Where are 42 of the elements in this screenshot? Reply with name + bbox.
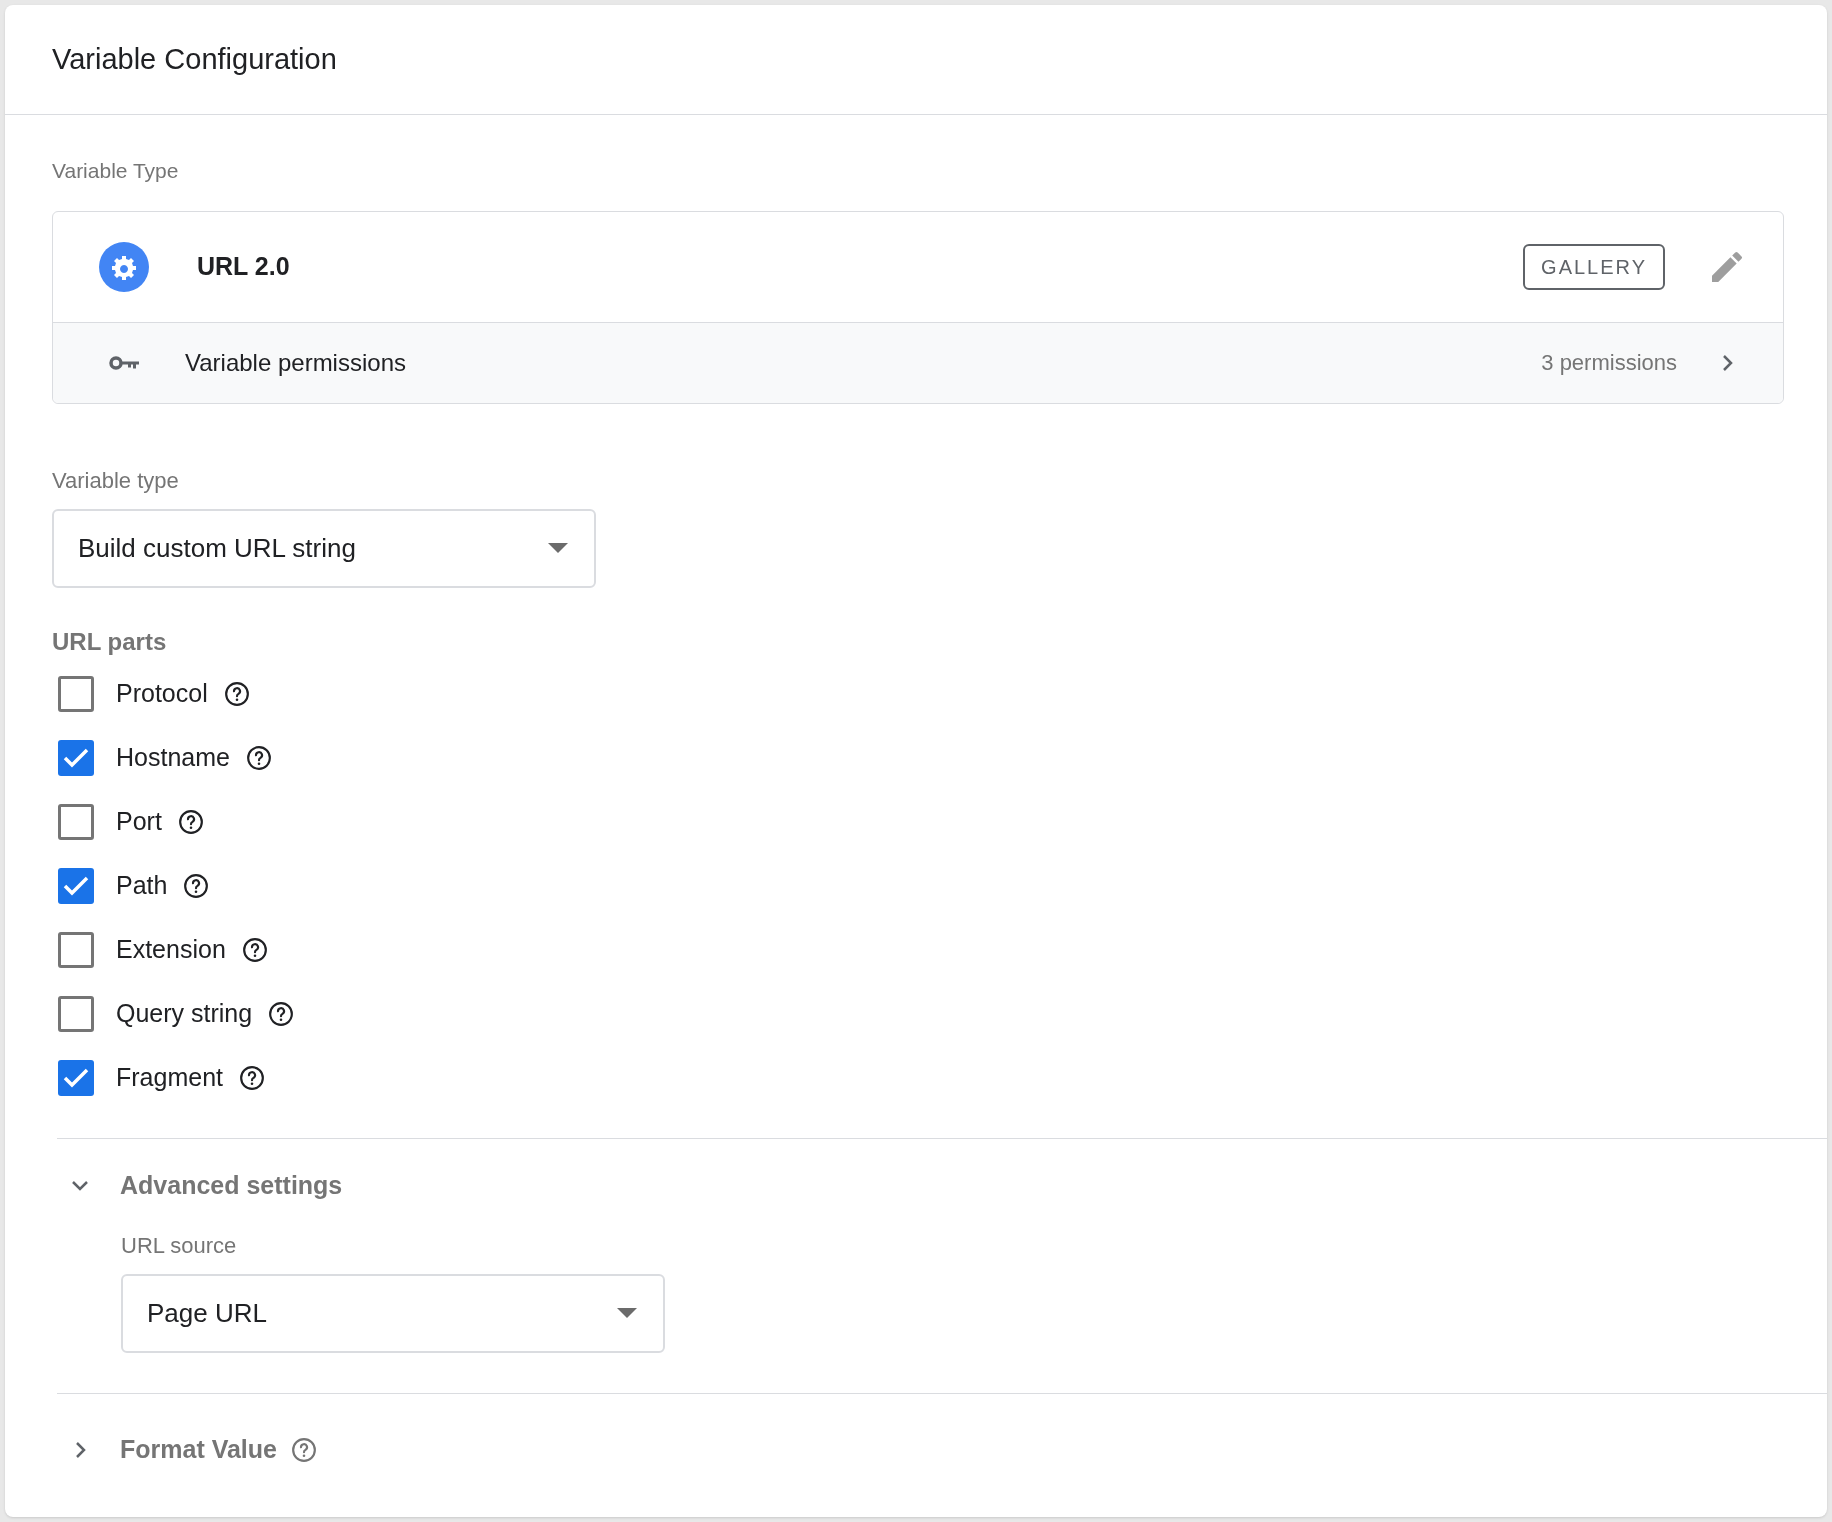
advanced-settings-header[interactable]: Advanced settings <box>68 1166 343 1205</box>
checkbox[interactable] <box>58 803 94 840</box>
help-icon[interactable] <box>268 1000 295 1027</box>
section-label: Variable Type <box>52 158 180 184</box>
url-parts-label: URL parts <box>52 626 168 657</box>
permissions-label: Variable permissions <box>185 347 406 378</box>
help-icon[interactable] <box>183 872 210 899</box>
help-icon[interactable] <box>239 1064 265 1091</box>
help-icon[interactable] <box>177 808 204 835</box>
checkmark-icon <box>63 1067 89 1088</box>
checkbox-label: Extension <box>116 933 226 965</box>
variable-type-dropdown[interactable]: Build custom URL string <box>52 508 596 588</box>
checkbox-label: Port <box>116 805 162 837</box>
checkbox[interactable] <box>58 675 94 712</box>
permissions-row[interactable]: Variable permissions 3 permissions <box>53 321 1783 403</box>
dropdown-caret-icon <box>548 543 568 553</box>
help-icon[interactable] <box>223 680 250 707</box>
dropdown-caret-icon <box>617 1308 637 1318</box>
url-source-dropdown[interactable]: Page URL <box>121 1273 665 1353</box>
checkbox[interactable] <box>58 931 94 968</box>
gallery-button[interactable]: GALLERY <box>1523 243 1665 290</box>
template-name: URL 2.0 <box>197 250 290 282</box>
field-label: URL source <box>121 1231 238 1260</box>
card-title: Variable Configuration <box>52 41 337 77</box>
checkbox-label: Protocol <box>116 677 208 709</box>
help-icon[interactable] <box>241 936 268 963</box>
checkbox[interactable] <box>58 1059 94 1096</box>
checkbox[interactable] <box>58 995 94 1032</box>
format-value-header[interactable]: Format Value <box>68 1430 277 1469</box>
checkbox-label: Fragment <box>116 1061 223 1093</box>
checkbox-label: Hostname <box>116 741 230 773</box>
field-label: Variable type <box>52 466 180 495</box>
gear-icon <box>99 241 149 292</box>
key-icon <box>109 354 141 371</box>
checkbox-label: Query string <box>116 997 253 1029</box>
checkmark-icon <box>63 747 89 768</box>
checkbox[interactable] <box>58 867 94 904</box>
checkbox-label: Path <box>116 869 168 901</box>
help-icon[interactable] <box>245 744 272 771</box>
permissions-count: 3 permissions <box>1541 349 1677 377</box>
checkbox[interactable] <box>58 739 94 776</box>
checkmark-icon <box>63 875 89 896</box>
